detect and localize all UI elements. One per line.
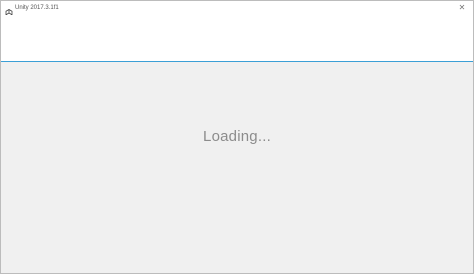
close-button[interactable]: ✕: [457, 3, 467, 13]
loading-label: Loading...: [203, 128, 271, 145]
header-area: [1, 15, 473, 61]
unity-hub-window: Unity 2017.3.1f1 ✕ Loading...: [0, 0, 474, 274]
title-bar[interactable]: Unity 2017.3.1f1 ✕: [1, 1, 473, 17]
unity-logo-icon: [5, 4, 13, 17]
content-area: Loading...: [1, 62, 473, 273]
window-title: Unity 2017.3.1f1: [15, 5, 59, 11]
